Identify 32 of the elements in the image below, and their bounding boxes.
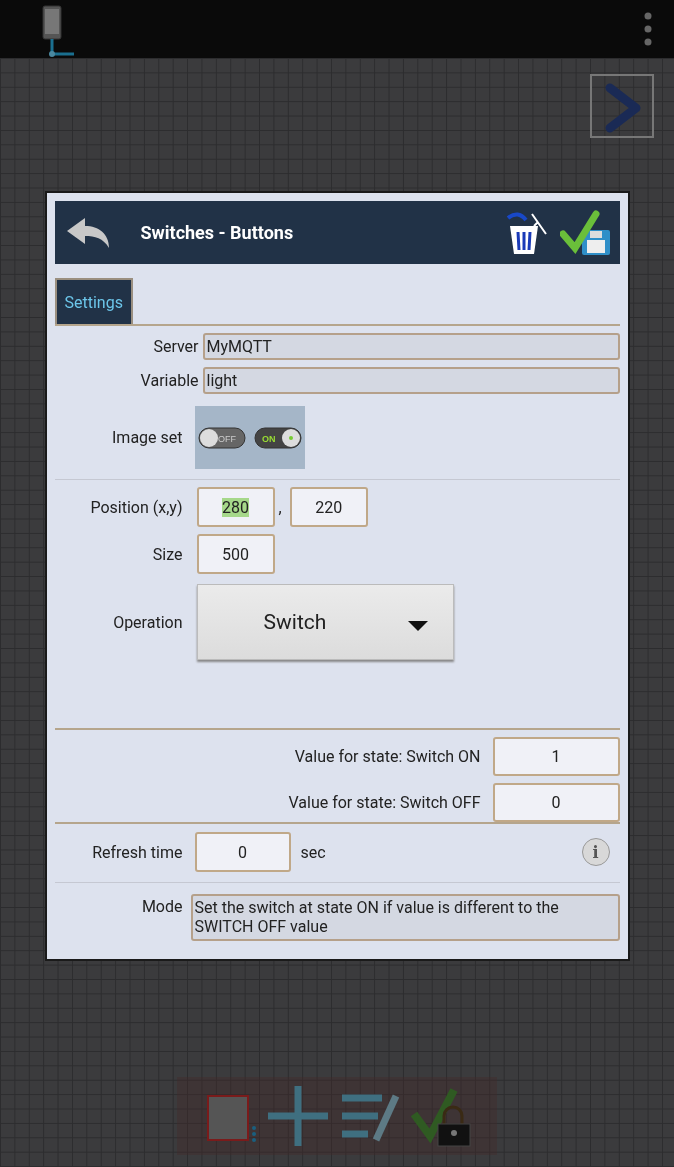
caret-icon xyxy=(407,621,428,631)
x-field[interactable]: 280 xyxy=(196,487,275,527)
server-field[interactable]: MyMQTT xyxy=(202,333,620,360)
refresh-field[interactable]: 0 xyxy=(194,832,291,872)
field-label: Value for state: Switch ON xyxy=(294,747,481,766)
state-value-field[interactable]: 1 xyxy=(492,737,620,776)
unit-text: sec xyxy=(300,842,326,862)
separator-text: , xyxy=(278,497,282,517)
field-label: Image set xyxy=(111,428,183,447)
mode-field[interactable]: Set the switch at state ON if value is different to the SWITCH OFF value xyxy=(190,894,620,941)
size-field[interactable]: 500 xyxy=(196,534,275,574)
state-value-field[interactable]: 0 xyxy=(492,783,620,822)
field-label: Operation xyxy=(112,612,183,632)
info-icon[interactable]: i xyxy=(581,838,610,866)
save-icon[interactable] xyxy=(559,209,612,256)
off-switch-icon: OFF xyxy=(197,426,246,449)
dialog-title: Switches - Buttons xyxy=(140,222,294,243)
field-label: Size xyxy=(151,544,183,564)
operation-dropdown[interactable]: Switch xyxy=(196,584,454,660)
field-label: Value for state: Switch OFF xyxy=(288,793,481,812)
image-set-picker[interactable]: OFF ON xyxy=(194,406,305,469)
field-label: Server xyxy=(152,337,199,356)
field-label: Position (x,y) xyxy=(89,497,183,517)
menu-icon[interactable] xyxy=(644,12,652,46)
variable-field[interactable]: light xyxy=(202,367,620,394)
on-switch-icon: ON xyxy=(253,426,302,449)
settings-tab[interactable]: Settings xyxy=(54,278,133,324)
next-icon[interactable] xyxy=(590,74,654,138)
field-label: Refresh time xyxy=(91,842,183,862)
y-field[interactable]: 220 xyxy=(289,487,368,527)
field-label: Variable xyxy=(139,371,199,390)
field-label: Mode xyxy=(140,896,183,916)
